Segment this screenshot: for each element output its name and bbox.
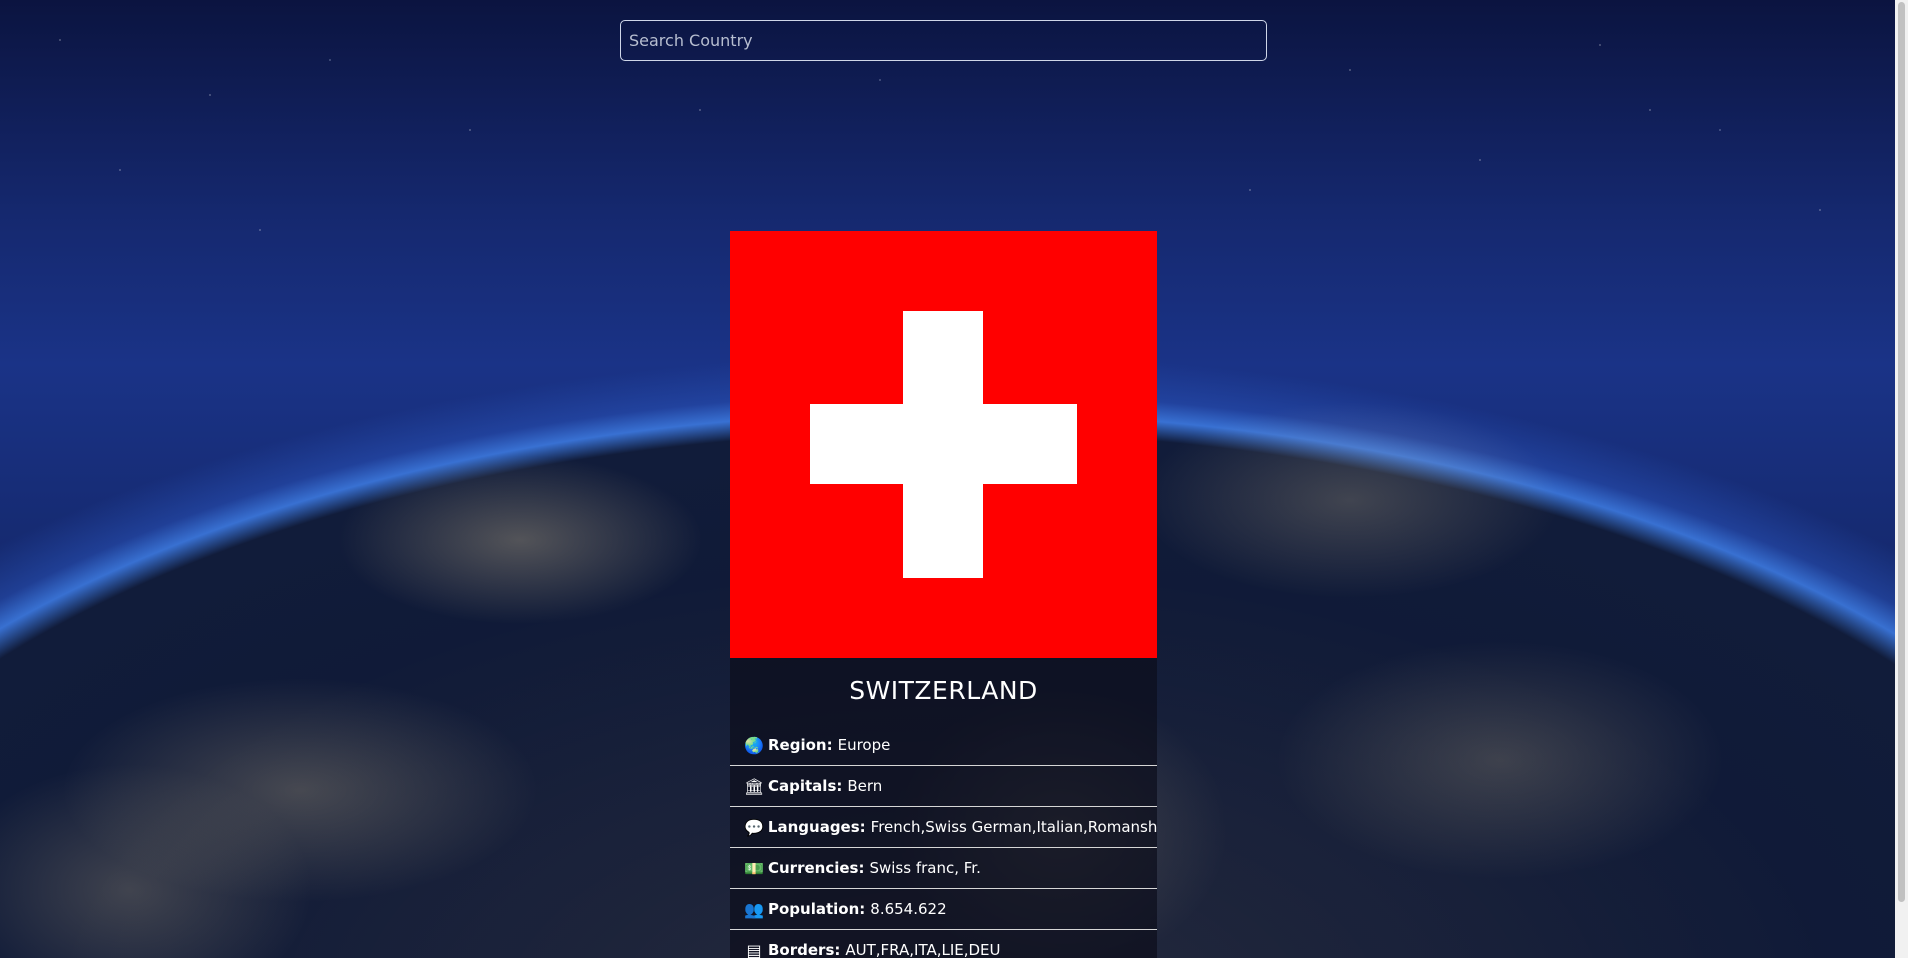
detail-region: 🌏 Region: Europe bbox=[730, 725, 1157, 766]
detail-label: Population: bbox=[768, 900, 866, 918]
people-icon: 👥 bbox=[744, 899, 764, 919]
detail-capitals: 🏛 Capitals: Bern bbox=[730, 766, 1157, 807]
detail-currencies: 💵 Currencies: Swiss franc, Fr. bbox=[730, 848, 1157, 889]
country-card: SWITZERLAND 🌏 Region: Europe 🏛 Capitals:… bbox=[730, 231, 1157, 958]
landmark-icon: 🏛 bbox=[744, 776, 765, 796]
road-barrier-icon: ▤ bbox=[746, 940, 762, 958]
search-input[interactable] bbox=[620, 20, 1267, 61]
detail-value: 8.654.622 bbox=[870, 900, 947, 918]
detail-value: Bern bbox=[847, 777, 883, 795]
detail-population: 👥 Population: 8.654.622 bbox=[730, 889, 1157, 930]
detail-label: Borders: bbox=[768, 941, 841, 958]
detail-label: Capitals: bbox=[768, 777, 843, 795]
comments-icon: 💬 bbox=[744, 817, 764, 837]
detail-list: 🌏 Region: Europe 🏛 Capitals: Bern 💬 Lang… bbox=[730, 725, 1157, 958]
detail-label: Region: bbox=[768, 736, 833, 754]
search-container bbox=[620, 20, 1267, 61]
flag-cross-horizontal bbox=[810, 404, 1077, 484]
scrollbar-thumb[interactable] bbox=[1898, 2, 1905, 902]
globe-icon: 🌏 bbox=[744, 735, 764, 755]
money-bill-icon: 💵 bbox=[744, 858, 764, 878]
detail-languages: 💬 Languages: French,Swiss German,Italian… bbox=[730, 807, 1157, 848]
detail-borders: ▤ Borders: AUT,FRA,ITA,LIE,DEU bbox=[730, 930, 1157, 958]
detail-value: Swiss franc, Fr. bbox=[869, 859, 981, 877]
country-flag bbox=[730, 231, 1157, 658]
detail-value: French,Swiss German,Italian,Romansh bbox=[870, 818, 1157, 836]
page-background: SWITZERLAND 🌏 Region: Europe 🏛 Capitals:… bbox=[0, 0, 1908, 958]
country-name: SWITZERLAND bbox=[849, 676, 1038, 705]
country-info: SWITZERLAND 🌏 Region: Europe 🏛 Capitals:… bbox=[730, 658, 1157, 958]
detail-label: Currencies: bbox=[768, 859, 865, 877]
detail-value: Europe bbox=[837, 736, 891, 754]
vertical-scrollbar[interactable] bbox=[1895, 0, 1908, 958]
detail-label: Languages: bbox=[767, 818, 866, 836]
detail-value: AUT,FRA,ITA,LIE,DEU bbox=[845, 941, 1001, 958]
